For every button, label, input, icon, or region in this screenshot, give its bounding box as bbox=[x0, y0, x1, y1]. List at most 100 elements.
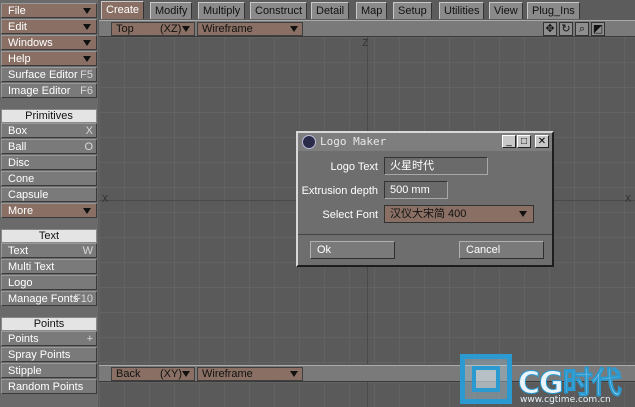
view-axes-label: (XZ) bbox=[160, 23, 182, 35]
shortcut-label: X bbox=[85, 125, 93, 137]
capsule-button[interactable]: Capsule bbox=[1, 187, 97, 202]
cancel-button[interactable]: Cancel bbox=[459, 241, 544, 259]
watermark-url: www.cgtime.com.cn bbox=[520, 395, 611, 405]
surface-editor-button[interactable]: Surface Editor F5 bbox=[1, 67, 97, 82]
random-points-button[interactable]: Random Points bbox=[1, 379, 97, 394]
points-button[interactable]: Points + bbox=[1, 331, 97, 346]
minimize-icon[interactable]: _ bbox=[502, 135, 516, 148]
image-editor-button[interactable]: Image Editor F6 bbox=[1, 83, 97, 98]
render-mode-label: Wireframe bbox=[202, 368, 253, 380]
tab-utilities[interactable]: Utilities bbox=[439, 2, 485, 19]
z-axis-label: Z bbox=[362, 38, 369, 49]
logo-text-input[interactable]: 火星时代 bbox=[384, 157, 488, 175]
windows-menu-label: Windows bbox=[8, 37, 53, 49]
text-button[interactable]: Text W bbox=[1, 243, 97, 258]
close-icon[interactable]: ✕ bbox=[535, 135, 549, 148]
edit-menu-label: Edit bbox=[8, 21, 27, 33]
dialog-title: Logo Maker bbox=[320, 135, 387, 148]
button-label: Box bbox=[8, 125, 27, 137]
dialog-divider bbox=[298, 234, 552, 235]
chevron-down-icon bbox=[83, 40, 91, 46]
tab-create[interactable]: Create bbox=[101, 1, 145, 19]
top-viewport-toolbar: Top (XZ) Wireframe ✥ ↻ ⌕ ◩ bbox=[99, 20, 635, 37]
spray-points-button[interactable]: Spray Points bbox=[1, 347, 97, 362]
tab-plug-ins[interactable]: Plug_Ins bbox=[527, 2, 580, 19]
y-axis-line bbox=[367, 382, 368, 407]
chevron-down-icon bbox=[182, 371, 190, 377]
dialog-title-bar[interactable]: Logo Maker _ □ ✕ bbox=[298, 133, 552, 151]
tab-bar: Create Modify Multiply Construct Detail … bbox=[98, 0, 635, 19]
app-logo-icon bbox=[302, 135, 316, 149]
tab-detail[interactable]: Detail bbox=[311, 2, 350, 19]
move-view-icon[interactable]: ✥ bbox=[543, 22, 557, 36]
chevron-down-icon bbox=[519, 211, 527, 217]
tab-setup[interactable]: Setup bbox=[393, 2, 432, 19]
file-menu-label: File bbox=[8, 5, 26, 17]
ok-button[interactable]: Ok bbox=[310, 241, 395, 259]
logo-button[interactable]: Logo bbox=[1, 275, 97, 290]
edit-menu[interactable]: Edit bbox=[1, 19, 97, 34]
chevron-down-icon bbox=[83, 8, 91, 14]
windows-menu[interactable]: Windows bbox=[1, 35, 97, 50]
shortcut-label: F5 bbox=[80, 69, 93, 81]
extrusion-depth-label: Extrusion depth bbox=[301, 185, 378, 197]
box-button[interactable]: Box X bbox=[1, 123, 97, 138]
chevron-down-icon bbox=[182, 26, 190, 32]
button-label: Manage Fonts bbox=[8, 293, 79, 305]
tab-construct[interactable]: Construct bbox=[250, 2, 308, 19]
logo-maker-dialog: Logo Maker _ □ ✕ Logo Text 火星时代 Extrusio… bbox=[296, 131, 554, 267]
chevron-down-icon bbox=[290, 26, 298, 32]
tab-multiply[interactable]: Multiply bbox=[198, 2, 246, 19]
chevron-down-icon bbox=[290, 371, 298, 377]
help-menu-label: Help bbox=[8, 53, 31, 65]
watermark: CG时代 www.cgtime.com.cn bbox=[460, 352, 635, 407]
view-type-label: Top bbox=[116, 23, 134, 35]
file-menu[interactable]: File bbox=[1, 3, 97, 18]
disc-button[interactable]: Disc bbox=[1, 155, 97, 170]
watermark-logo-inner-icon bbox=[472, 366, 500, 392]
help-menu[interactable]: Help bbox=[1, 51, 97, 66]
view-type-label: Back bbox=[116, 368, 141, 380]
zoom-view-icon[interactable]: ⌕ bbox=[575, 22, 589, 36]
ball-button[interactable]: Ball O bbox=[1, 139, 97, 154]
shortcut-label: W bbox=[82, 245, 93, 257]
extrusion-depth-input[interactable]: 500 mm bbox=[384, 181, 448, 199]
render-mode-select[interactable]: Wireframe bbox=[197, 22, 303, 36]
button-label: Multi Text bbox=[8, 261, 55, 273]
tab-map[interactable]: Map bbox=[356, 2, 388, 19]
render-mode-select[interactable]: Wireframe bbox=[197, 367, 303, 381]
tab-modify[interactable]: Modify bbox=[150, 2, 193, 19]
stipple-button[interactable]: Stipple bbox=[1, 363, 97, 378]
button-label: Image Editor bbox=[8, 85, 71, 97]
view-type-select[interactable]: Top (XZ) bbox=[111, 22, 195, 36]
multi-text-button[interactable]: Multi Text bbox=[1, 259, 97, 274]
cone-button[interactable]: Cone bbox=[1, 171, 97, 186]
rotate-view-icon[interactable]: ↻ bbox=[559, 22, 573, 36]
button-label: Logo bbox=[8, 277, 33, 289]
view-axes-label: (XY) bbox=[160, 368, 182, 380]
font-select-value: 汉仪大宋简 400 bbox=[390, 208, 467, 220]
shortcut-label: F6 bbox=[80, 85, 93, 97]
view-type-select[interactable]: Back (XY) bbox=[111, 367, 195, 381]
font-select[interactable]: 汉仪大宋简 400 bbox=[384, 205, 534, 223]
shortcut-label: + bbox=[86, 333, 93, 345]
points-header: Points bbox=[1, 317, 97, 331]
manage-fonts-button[interactable]: Manage Fonts F10 bbox=[1, 291, 97, 306]
button-label: Text bbox=[8, 245, 29, 257]
button-label: Cone bbox=[8, 173, 35, 185]
render-mode-label: Wireframe bbox=[202, 23, 253, 35]
maximize-icon[interactable]: □ bbox=[517, 135, 531, 148]
button-label: Capsule bbox=[8, 189, 49, 201]
chevron-down-icon bbox=[83, 208, 91, 214]
button-label: Spray Points bbox=[8, 349, 71, 361]
primitives-header: Primitives bbox=[1, 109, 97, 123]
left-toolbar: File Edit Windows Help Surface Editor F5 … bbox=[0, 0, 98, 407]
button-label: Random Points bbox=[8, 381, 84, 393]
maximize-view-icon[interactable]: ◩ bbox=[591, 22, 605, 36]
tab-view[interactable]: View bbox=[489, 2, 523, 19]
more-primitives-menu[interactable]: More bbox=[1, 203, 97, 218]
select-font-label: Select Font bbox=[322, 209, 378, 221]
shortcut-label: O bbox=[84, 141, 93, 153]
x-axis-label-left: X bbox=[102, 194, 109, 205]
button-label: More bbox=[8, 205, 34, 217]
